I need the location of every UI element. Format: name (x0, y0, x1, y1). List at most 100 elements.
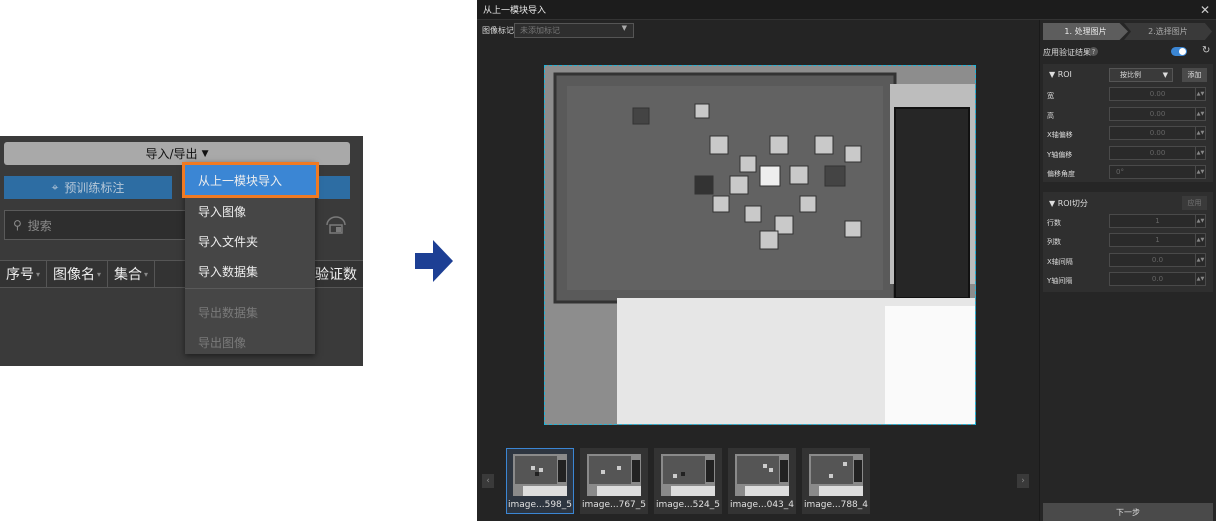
predict-icon: ⌖ (51, 180, 59, 194)
roi-field-label: X轴偏移 (1047, 131, 1073, 139)
refresh-icon[interactable]: ↻ (1202, 45, 1214, 57)
menu-divider (185, 288, 315, 289)
image-tag-label: 图像标记 (482, 26, 514, 35)
roi-cut-cols-input[interactable]: 1 ▲▼ (1109, 233, 1206, 247)
stepper-icon[interactable]: ▲▼ (1195, 273, 1205, 285)
stepper-icon[interactable]: ▲▼ (1195, 254, 1205, 266)
arrow-right-icon (415, 240, 453, 282)
roi-cut-field-label: 行数 (1047, 219, 1061, 227)
menu-item-export-dataset: 导出数据集 (198, 305, 259, 320)
caret-down-icon: ▼ (621, 24, 627, 32)
roi-width-input[interactable]: 0.00 ▲▼ (1109, 87, 1206, 101)
roi-mode-value: 按比例 (1120, 71, 1141, 79)
menu-item-import-dataset[interactable]: 导入数据集 (185, 256, 315, 286)
thumbnail-image (513, 454, 567, 496)
roi-field-value: 0.00 (1149, 149, 1166, 157)
thumbnail[interactable]: image...524_5 (654, 448, 722, 514)
thumbnail[interactable]: image...598_5 (506, 448, 574, 514)
column-set[interactable]: 集合 ▾ (108, 261, 156, 287)
stepper-icon[interactable]: ▲▼ (1195, 166, 1205, 178)
stepper-icon[interactable]: ▲▼ (1195, 234, 1205, 246)
roi-cut-y-gap-input[interactable]: 0.0 ▲▼ (1109, 272, 1206, 286)
stepper-icon[interactable]: ▲▼ (1195, 88, 1205, 100)
column-validation[interactable]: 验证数 (309, 261, 363, 287)
roi-cut-section: ▼ ROI切分 应用 行数 1 ▲▼ 列数 1 ▲▼ X轴间隔 0.0 ▲▼ Y轴间隔… (1043, 192, 1213, 292)
menu-item-import-folder[interactable]: 导入文件夹 (185, 226, 315, 256)
roi-field-label: 高 (1047, 112, 1054, 120)
column-image-name[interactable]: 图像名 ▾ (47, 261, 109, 287)
roi-x-offset-input[interactable]: 0.00 ▲▼ (1109, 126, 1206, 140)
roi-cut-field-label: 列数 (1047, 238, 1061, 246)
predict-label: 预训练标注 (64, 181, 125, 195)
thumbnail[interactable]: image...767_5 (580, 448, 648, 514)
roi-mode-select[interactable]: 按比例 ▼ (1109, 68, 1173, 82)
roi-field-label: Y轴偏移 (1047, 151, 1073, 159)
help-icon[interactable]: ? (1089, 47, 1098, 56)
stepper-icon[interactable]: ▲▼ (1195, 215, 1205, 227)
search-input[interactable]: ⚲ 搜索 (4, 210, 194, 240)
stepper-icon[interactable]: ▲▼ (1195, 147, 1205, 159)
stepper-icon[interactable]: ▲▼ (1195, 127, 1205, 139)
camera-image (545, 66, 975, 424)
caret-down-icon: ▼ (1162, 71, 1168, 79)
secondary-action-button[interactable] (318, 176, 350, 199)
roi-angle-input[interactable]: 0° ▲▼ (1109, 165, 1206, 179)
roi-height-input[interactable]: 0.00 ▲▼ (1109, 107, 1206, 121)
thumbnails-prev-button[interactable]: ‹ (482, 474, 494, 488)
collapse-icon: ▼ (1049, 199, 1058, 208)
stepper-icon[interactable]: ▲▼ (1195, 108, 1205, 120)
roi-field-value: 0.00 (1149, 110, 1166, 118)
thumbnail[interactable]: image...043_4 (728, 448, 796, 514)
roi-cut-field-value: 1 (1155, 217, 1160, 225)
thumbnail-label: image...524_5 (655, 500, 721, 510)
column-label: 验证数 (315, 267, 357, 283)
roi-cut-apply-button: 应用 (1182, 196, 1207, 210)
import-dialog: 从上一模块导入 ✕ 图像标记 未添加标记 ▼ ‹ › image...598_5… (477, 0, 1216, 521)
image-tag-select[interactable]: 未添加标记 ▼ (514, 23, 634, 38)
collapse-icon: ▼ (1049, 70, 1058, 79)
roi-cut-field-label: X轴间隔 (1047, 258, 1073, 266)
thumbnail-image (735, 454, 789, 496)
roi-add-button[interactable]: 添加 (1182, 68, 1207, 82)
roi-cut-header[interactable]: ▼ ROI切分 (1049, 198, 1088, 209)
predict-label-button[interactable]: ⌖ 预训练标注 (4, 176, 172, 199)
column-index[interactable]: 序号 ▾ (0, 261, 48, 287)
roi-field-value: 0° (1116, 168, 1124, 176)
menu-item-import-previous[interactable]: 从上一模块导入 (182, 162, 319, 198)
column-label: 序号 (6, 267, 34, 283)
search-placeholder: 搜索 (27, 218, 52, 233)
sort-icon: ▾ (97, 269, 102, 279)
thumbnail-image (661, 454, 715, 496)
step-process-images[interactable]: 1. 处理图片 (1043, 23, 1128, 40)
caret-down-icon: ▼ (201, 148, 209, 159)
camera-icon[interactable] (325, 216, 347, 234)
roi-y-offset-input[interactable]: 0.00 ▲▼ (1109, 146, 1206, 160)
menu-item-export-images: 导出图像 (198, 335, 247, 350)
step-select-images[interactable]: 2.选择图片 (1124, 23, 1212, 40)
roi-section: ▼ ROI 按比例 ▼ 添加 宽 0.00 ▲▼ 高 0.00 ▲▼ X轴偏移 0.0… (1043, 64, 1213, 182)
import-export-menu: 从上一模块导入 导入图像 导入文件夹 导入数据集 导出数据集 导出图像 (182, 162, 319, 354)
roi-cut-x-gap-input[interactable]: 0.0 ▲▼ (1109, 253, 1206, 267)
roi-cut-field-value: 0.0 (1151, 275, 1164, 283)
next-step-button[interactable]: 下一步 (1043, 503, 1213, 521)
thumbnail-label: image...767_5 (581, 500, 647, 510)
thumbnail-label: image...598_5 (507, 500, 573, 510)
thumbnail-image (587, 454, 641, 496)
column-label: 集合 (114, 267, 143, 283)
apply-validation-toggle[interactable] (1171, 47, 1187, 56)
roi-header[interactable]: ▼ ROI (1049, 70, 1072, 79)
image-tag-placeholder: 未添加标记 (520, 26, 560, 35)
roi-cut-field-value: 0.0 (1151, 256, 1164, 264)
left-panel-crop: 导入/导出 ▼ ⌖ 预训练标注 ⚲ 搜索 序号 ▾ 图像名 ▾ 集合 ▾ 验证数 从上一模块… (0, 136, 363, 366)
menu-item-import-images[interactable]: 导入图像 (185, 196, 315, 226)
roi-cut-field-label: Y轴间隔 (1047, 277, 1073, 285)
roi-cut-rows-input[interactable]: 1 ▲▼ (1109, 214, 1206, 228)
roi-cut-field-value: 1 (1155, 236, 1160, 244)
roi-field-label: 宽 (1047, 92, 1054, 100)
close-icon[interactable]: ✕ (1197, 2, 1213, 18)
thumbnail-label: image...788_4 (803, 500, 869, 510)
thumbnail[interactable]: image...788_4 (802, 448, 870, 514)
thumbnails-next-button[interactable]: › (1017, 474, 1029, 488)
apply-validation-label: 应用验证结果 (1043, 48, 1091, 57)
image-preview[interactable] (544, 65, 976, 425)
